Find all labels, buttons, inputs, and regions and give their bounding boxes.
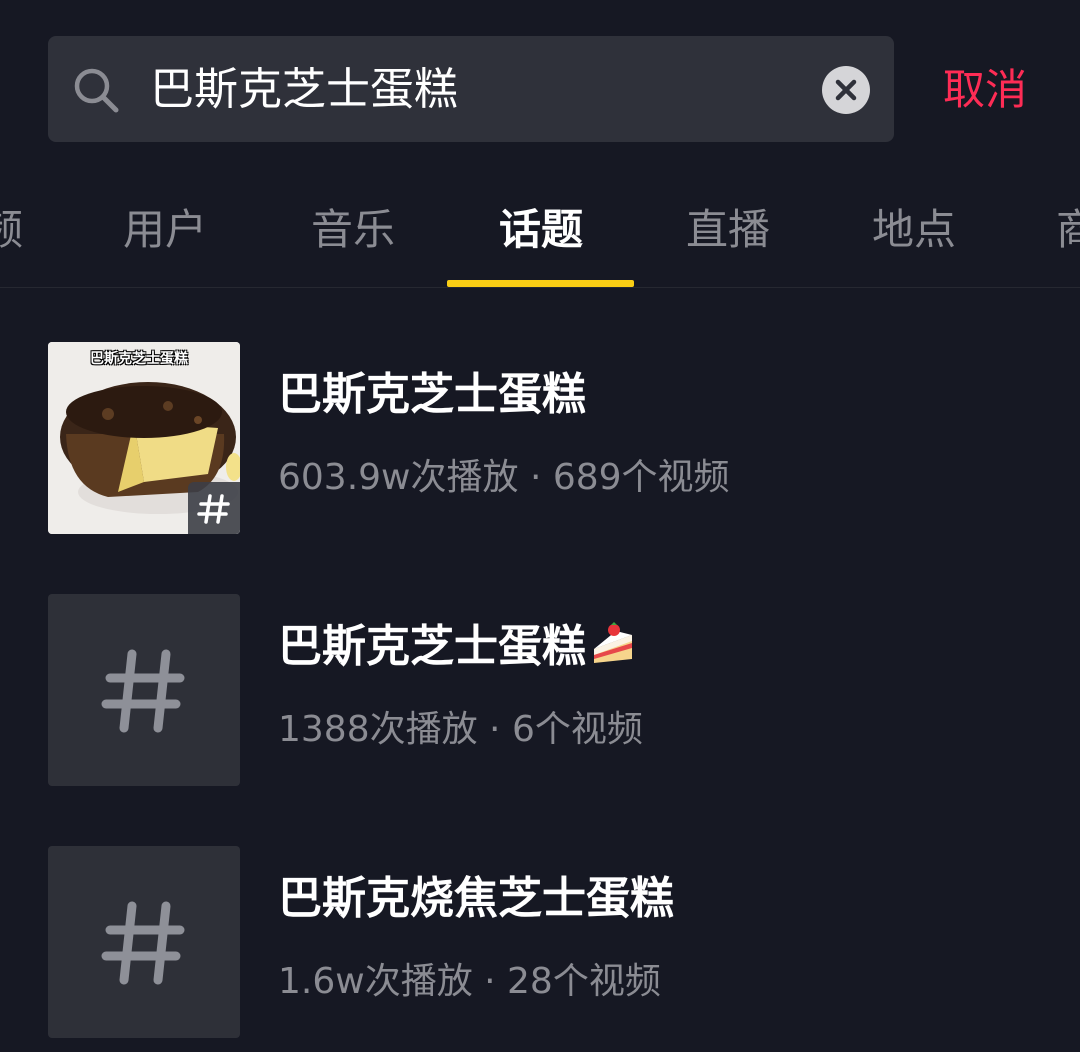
category-tabs: 频 用户 音乐 话题 直播 地点 商 [0, 180, 1080, 288]
topic-result-item[interactable]: 巴斯克烧焦芝士蛋糕 1.6w次播放 · 28个视频 [0, 846, 1080, 1038]
hashtag-badge [188, 482, 240, 534]
cancel-button[interactable]: 取消 [943, 62, 1027, 118]
tab-topics[interactable]: 话题 [496, 202, 586, 258]
topic-title-text: 巴斯克芝士蛋糕 [278, 621, 586, 672]
tab-live[interactable]: 直播 [683, 202, 773, 258]
search-results-screen: 取消 频 用户 音乐 话题 直播 地点 商 [0, 0, 1080, 1052]
topic-title: 巴斯克芝士蛋糕 [278, 616, 636, 678]
hashtag-icon [101, 649, 185, 733]
topic-results-list: 巴斯克芝士蛋糕 巴斯克芝士蛋糕 603.9w次播放 · 689个视频 巴斯克芝士… [0, 289, 1080, 1052]
topic-result-item[interactable]: 巴斯克芝士蛋糕 1388次播放 · 6个视频 [0, 594, 1080, 786]
search-input[interactable] [150, 58, 790, 122]
topic-result-item[interactable]: 巴斯克芝士蛋糕 巴斯克芝士蛋糕 603.9w次播放 · 689个视频 [0, 342, 1080, 534]
cake-icon [594, 622, 632, 663]
topic-stats: 1388次播放 · 6个视频 [278, 709, 643, 750]
topic-stats: 603.9w次播放 · 689个视频 [278, 457, 730, 498]
tab-users[interactable]: 用户 [120, 202, 210, 258]
search-icon [72, 66, 120, 114]
clear-search-button[interactable] [822, 66, 870, 114]
active-tab-indicator [447, 280, 634, 287]
close-icon [835, 79, 857, 101]
tab-music[interactable]: 音乐 [308, 202, 398, 258]
topic-title: 巴斯克烧焦芝士蛋糕 [278, 873, 674, 924]
thumbnail-caption: 巴斯克芝士蛋糕 [90, 351, 188, 367]
topic-thumbnail: 巴斯克芝士蛋糕 [48, 342, 240, 534]
tab-places[interactable]: 地点 [869, 202, 959, 258]
tab-shop[interactable]: 商 [1056, 202, 1080, 258]
topic-title: 巴斯克芝士蛋糕 [278, 369, 586, 420]
topic-thumbnail [48, 846, 240, 1038]
topic-stats: 1.6w次播放 · 28个视频 [278, 961, 661, 1002]
hashtag-icon [197, 494, 230, 524]
tab-video[interactable]: 频 [0, 202, 24, 258]
topic-thumbnail [48, 594, 240, 786]
hashtag-icon [101, 901, 185, 985]
